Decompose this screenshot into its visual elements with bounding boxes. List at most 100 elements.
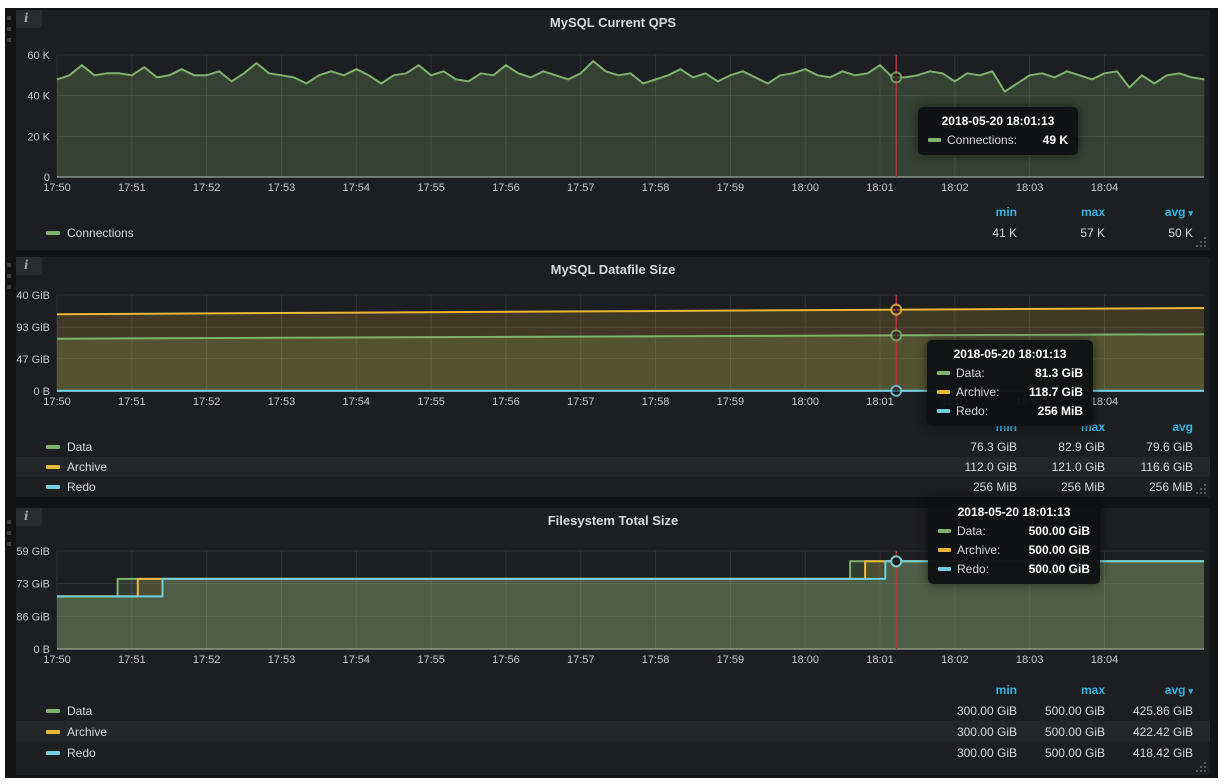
legend-stat-min: 300.00 GiB <box>929 704 1017 718</box>
legend-row-redo: Redo 300.00 GiB 500.00 GiB 418.42 GiB <box>16 742 1210 763</box>
panel-resize-handle[interactable] <box>1196 237 1207 248</box>
legend-series-toggle[interactable]: Connections <box>46 226 134 240</box>
legend-series-toggle[interactable]: Archive <box>46 460 107 474</box>
panel-title[interactable]: MySQL Datafile Size <box>16 262 1210 277</box>
legend-header-row: min max avg▾ <box>16 202 1210 222</box>
svg-text:18:00: 18:00 <box>791 396 819 408</box>
legend-series-toggle[interactable]: Data <box>46 704 92 718</box>
svg-text:17:51: 17:51 <box>118 182 146 194</box>
svg-text:17:51: 17:51 <box>118 654 146 666</box>
legend-row-archive: Archive 112.0 GiB 121.0 GiB 116.6 GiB <box>16 457 1210 477</box>
legend-sort-avg[interactable]: avg▾ <box>1105 205 1193 219</box>
legend-sort-max[interactable]: max <box>1017 420 1105 434</box>
svg-text:17:50: 17:50 <box>43 182 71 194</box>
legend-sort-max[interactable]: max <box>1017 205 1105 219</box>
legend-stat-avg: 425.86 GiB <box>1105 704 1193 718</box>
series-color-dash <box>46 485 60 489</box>
legend-series-toggle[interactable]: Redo <box>46 480 96 494</box>
svg-text:18:04: 18:04 <box>1091 182 1119 194</box>
panel-mysql-current-qps: i MySQL Current QPS 020 K40 K60 K17:5017… <box>16 10 1210 250</box>
svg-text:18:00: 18:00 <box>791 182 819 194</box>
svg-text:17:52: 17:52 <box>193 396 221 408</box>
svg-text:17:56: 17:56 <box>492 396 520 408</box>
legend-stat-max: 500.00 GiB <box>1017 725 1105 739</box>
legend-row-connections: Connections 41 K 57 K 50 K <box>16 222 1210 244</box>
legend-stat-min: 256 MiB <box>929 480 1017 494</box>
svg-text:18:02: 18:02 <box>941 396 969 408</box>
svg-text:17:51: 17:51 <box>118 396 146 408</box>
series-color-dash <box>46 445 60 449</box>
legend-series-toggle[interactable]: Archive <box>46 725 107 739</box>
legend-stat-min: 112.0 GiB <box>929 460 1017 474</box>
legend-series-label: Data <box>67 440 92 454</box>
svg-text:17:57: 17:57 <box>567 654 595 666</box>
svg-text:18:01: 18:01 <box>866 654 894 666</box>
panel-drag-handle[interactable] <box>7 520 11 524</box>
panel-title[interactable]: Filesystem Total Size <box>16 513 1210 528</box>
legend-sort-max[interactable]: max <box>1017 683 1105 697</box>
legend-stat-max: 256 MiB <box>1017 480 1105 494</box>
legend-sort-avg-label: avg <box>1165 205 1186 219</box>
svg-text:40 K: 40 K <box>27 91 50 103</box>
legend-stat-max: 82.9 GiB <box>1017 440 1105 454</box>
svg-text:18:03: 18:03 <box>1016 396 1044 408</box>
panel-drag-handle[interactable] <box>7 16 11 20</box>
legend-series-label: Archive <box>67 725 107 739</box>
legend-stat-min: 41 K <box>929 226 1017 240</box>
svg-text:17:54: 17:54 <box>343 182 371 194</box>
svg-text:17:53: 17:53 <box>268 654 296 666</box>
svg-text:20 K: 20 K <box>27 131 50 143</box>
svg-text:18:04: 18:04 <box>1091 654 1119 666</box>
caret-down-icon: ▾ <box>1188 208 1193 218</box>
legend-row-data: Data 76.3 GiB 82.9 GiB 79.6 GiB <box>16 437 1210 457</box>
legend-sort-min[interactable]: min <box>929 420 1017 434</box>
panel-resize-handle[interactable] <box>1196 484 1207 495</box>
legend-stat-min: 76.3 GiB <box>929 440 1017 454</box>
legend-stat-max: 121.0 GiB <box>1017 460 1105 474</box>
legend-stat-avg: 79.6 GiB <box>1105 440 1193 454</box>
legend-series-toggle[interactable]: Redo <box>46 746 96 760</box>
svg-text:17:56: 17:56 <box>492 654 520 666</box>
svg-text:18:02: 18:02 <box>941 654 969 666</box>
svg-text:17:50: 17:50 <box>43 654 71 666</box>
panel-legend: min max avg▾ Data 300.00 GiB 500.00 GiB … <box>16 680 1210 763</box>
series-color-dash <box>46 465 60 469</box>
series-color-dash <box>46 730 60 734</box>
svg-text:18:03: 18:03 <box>1016 182 1044 194</box>
legend-stat-max: 500.00 GiB <box>1017 746 1105 760</box>
svg-text:47 GiB: 47 GiB <box>16 354 50 366</box>
legend-stat-avg: 256 MiB <box>1105 480 1193 494</box>
panel-mysql-datafile-size: i MySQL Datafile Size 0 B47 GiB93 GiB140… <box>16 257 1210 497</box>
svg-text:18:01: 18:01 <box>866 396 894 408</box>
svg-text:17:56: 17:56 <box>492 182 520 194</box>
legend-row-archive: Archive 300.00 GiB 500.00 GiB 422.42 GiB <box>16 721 1210 742</box>
legend-sort-avg[interactable]: avg▾ <box>1105 683 1193 697</box>
legend-stat-avg: 422.42 GiB <box>1105 725 1193 739</box>
svg-text:17:54: 17:54 <box>343 396 371 408</box>
legend-series-label: Redo <box>67 480 96 494</box>
panel-legend: min max avg Data 76.3 GiB 82.9 GiB 79.6 … <box>16 417 1210 497</box>
svg-text:559 GiB: 559 GiB <box>16 546 50 558</box>
svg-text:186 GiB: 186 GiB <box>16 611 50 623</box>
svg-text:373 GiB: 373 GiB <box>16 579 50 591</box>
legend-sort-avg-label: avg <box>1165 683 1186 697</box>
svg-text:17:55: 17:55 <box>417 654 445 666</box>
legend-row-redo: Redo 256 MiB 256 MiB 256 MiB <box>16 477 1210 497</box>
panel-drag-handle[interactable] <box>7 263 11 267</box>
legend-stat-avg: 116.6 GiB <box>1105 460 1193 474</box>
series-color-dash <box>46 709 60 713</box>
svg-text:17:58: 17:58 <box>642 396 670 408</box>
legend-stat-avg: 418.42 GiB <box>1105 746 1193 760</box>
legend-stat-max: 57 K <box>1017 226 1105 240</box>
legend-series-toggle[interactable]: Data <box>46 440 92 454</box>
legend-sort-avg[interactable]: avg <box>1105 420 1193 434</box>
svg-text:17:59: 17:59 <box>717 654 745 666</box>
legend-series-label: Archive <box>67 460 107 474</box>
legend-sort-min[interactable]: min <box>929 683 1017 697</box>
legend-sort-min[interactable]: min <box>929 205 1017 219</box>
panel-legend: min max avg▾ Connections 41 K 57 K 50 K <box>16 202 1210 244</box>
panel-resize-handle[interactable] <box>1196 762 1207 773</box>
svg-text:93 GiB: 93 GiB <box>16 322 50 334</box>
panel-title[interactable]: MySQL Current QPS <box>16 15 1210 30</box>
legend-series-label: Data <box>67 704 92 718</box>
